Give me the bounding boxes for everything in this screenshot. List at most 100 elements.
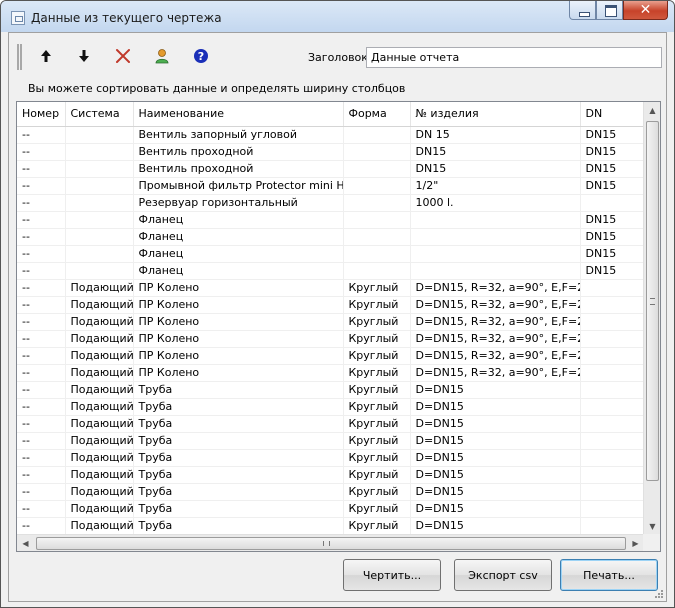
column-header-name[interactable]: Наименование [133, 102, 344, 127]
table-row[interactable]: -- Подающий Труба Круглый D=DN15 [17, 415, 644, 433]
cell-dn [580, 398, 644, 416]
cell-number: -- [17, 432, 66, 450]
table-row[interactable]: -- Подающий ПР Колено Круглый D=DN15, R=32, … [17, 347, 644, 365]
header-input[interactable] [366, 47, 662, 68]
table-row[interactable]: -- Подающий Труба Круглый D=DN15 [17, 466, 644, 484]
cell-shape: Круглый [343, 296, 411, 314]
table-row[interactable]: -- Подающий ПР Колено Круглый D=DN15, R=32, … [17, 313, 644, 331]
cell-shape [343, 245, 411, 263]
cell-shape: Круглый [343, 449, 411, 467]
delete-icon [116, 49, 130, 63]
table-row[interactable]: -- Вентиль проходной DN15 DN15 [17, 160, 644, 178]
column-header-shape[interactable]: Форма [343, 102, 411, 127]
move-up-button[interactable] [36, 46, 56, 66]
delete-button[interactable] [113, 46, 133, 66]
table-row[interactable]: -- Фланец DN15 [17, 228, 644, 246]
resize-grip-icon[interactable] [654, 589, 664, 599]
column-header-number[interactable]: Номер [17, 102, 66, 127]
table-row[interactable]: -- Подающий Труба Круглый D=DN15 [17, 432, 644, 450]
maximize-button[interactable] [596, 1, 623, 20]
table-row[interactable]: -- Подающий ПР Колено Круглый D=DN15, R=32, … [17, 364, 644, 382]
column-header-article[interactable]: № изделия [410, 102, 581, 127]
draw-button[interactable]: Чертить... [343, 559, 441, 591]
cell-dn: DN15 [580, 126, 644, 144]
table-row[interactable]: -- Подающий Труба Круглый D=DN15 [17, 517, 644, 535]
cell-article: D=DN15 [410, 415, 581, 433]
column-header-system[interactable]: Система [65, 102, 134, 127]
cell-dn [580, 330, 644, 348]
cell-system: Подающий [65, 500, 134, 518]
cell-system [65, 126, 134, 144]
table-row[interactable]: -- Подающий Труба Круглый D=DN15 [17, 483, 644, 501]
table-row[interactable]: -- Подающий Труба Круглый D=DN15 [17, 449, 644, 467]
vertical-scroll-thumb[interactable] [646, 121, 659, 481]
cell-article: D=DN15 [410, 381, 581, 399]
scroll-down-icon[interactable]: ▼ [644, 518, 660, 535]
table-row[interactable]: -- Подающий ПР Колено Круглый D=DN15, R=32, … [17, 330, 644, 348]
horizontal-scrollbar[interactable]: ◀ ▶ [17, 534, 644, 551]
cell-name: Фланец [133, 262, 344, 280]
move-down-button[interactable] [74, 46, 94, 66]
arrow-down-icon [79, 50, 89, 62]
table-row[interactable]: -- Подающий Труба Круглый D=DN15 [17, 500, 644, 518]
cell-number: -- [17, 177, 66, 195]
table-row[interactable]: -- Фланец DN15 [17, 245, 644, 263]
horizontal-scroll-thumb[interactable] [36, 537, 626, 550]
cell-shape: Круглый [343, 381, 411, 399]
cell-article [410, 245, 581, 263]
cell-number: -- [17, 313, 66, 331]
table-body: -- Вентиль запорный угловой DN 15 DN15 -- Вен… [17, 126, 644, 535]
column-header-dn[interactable]: DN [580, 102, 644, 127]
cell-system: Подающий [65, 483, 134, 501]
cell-name: Труба [133, 483, 344, 501]
cell-number: -- [17, 517, 66, 535]
cell-shape: Круглый [343, 517, 411, 535]
cell-article: D=DN15, R=32, a=90°, E,F=20 [410, 347, 581, 365]
cell-article: D=DN15, R=32, a=90°, E,F=20 [410, 279, 581, 297]
help-button[interactable]: ? [191, 46, 211, 66]
table-row[interactable]: -- Вентиль запорный угловой DN 15 DN15 [17, 126, 644, 144]
cell-name: Вентиль запорный угловой [133, 126, 344, 144]
cell-system: Подающий [65, 313, 134, 331]
cell-number: -- [17, 500, 66, 518]
cell-dn [580, 500, 644, 518]
cell-shape: Круглый [343, 364, 411, 382]
cell-article: DN15 [410, 143, 581, 161]
cell-number: -- [17, 381, 66, 399]
scroll-up-icon[interactable]: ▲ [644, 102, 660, 119]
cell-name: Промывной фильтр Protector mini H/R [133, 177, 344, 195]
cell-shape: Круглый [343, 415, 411, 433]
toolbar-grip[interactable] [17, 44, 22, 70]
scroll-right-icon[interactable]: ▶ [627, 535, 644, 551]
table-row[interactable]: -- Промывной фильтр Protector mini H/R 1/2… [17, 177, 644, 195]
cell-article [410, 228, 581, 246]
cell-system: Подающий [65, 381, 134, 399]
cell-dn: DN15 [580, 228, 644, 246]
print-button[interactable]: Печать... [560, 559, 658, 591]
cell-article: D=DN15 [410, 466, 581, 484]
table-row[interactable]: -- Подающий Труба Круглый D=DN15 [17, 381, 644, 399]
table-row[interactable]: -- Подающий ПР Колено Круглый D=DN15, R=32, … [17, 296, 644, 314]
export-csv-button[interactable]: Экспорт csv [454, 559, 552, 591]
cell-system: Подающий [65, 432, 134, 450]
cell-name: ПР Колено [133, 330, 344, 348]
cell-dn [580, 347, 644, 365]
table-row[interactable]: -- Подающий ПР Колено Круглый D=DN15, R=32, … [17, 279, 644, 297]
scroll-left-icon[interactable]: ◀ [17, 535, 34, 551]
cell-number: -- [17, 466, 66, 484]
table-row[interactable]: -- Резервуар горизонтальный 1000 l. [17, 194, 644, 212]
cell-system [65, 177, 134, 195]
table-row[interactable]: -- Фланец DN15 [17, 262, 644, 280]
table-row[interactable]: -- Подающий Труба Круглый D=DN15 [17, 398, 644, 416]
cell-system [65, 160, 134, 178]
table-row[interactable]: -- Фланец DN15 [17, 211, 644, 229]
close-button[interactable]: ✕ [623, 1, 668, 20]
title-bar[interactable]: Данные из текущего чертежа ✕ [1, 1, 674, 32]
minimize-button[interactable] [569, 1, 596, 20]
user-button[interactable] [152, 46, 172, 66]
table-row[interactable]: -- Вентиль проходной DN15 DN15 [17, 143, 644, 161]
cell-shape [343, 228, 411, 246]
vertical-scrollbar[interactable]: ▲ ▼ [643, 102, 660, 535]
cell-shape: Круглый [343, 483, 411, 501]
cell-dn: DN15 [580, 245, 644, 263]
